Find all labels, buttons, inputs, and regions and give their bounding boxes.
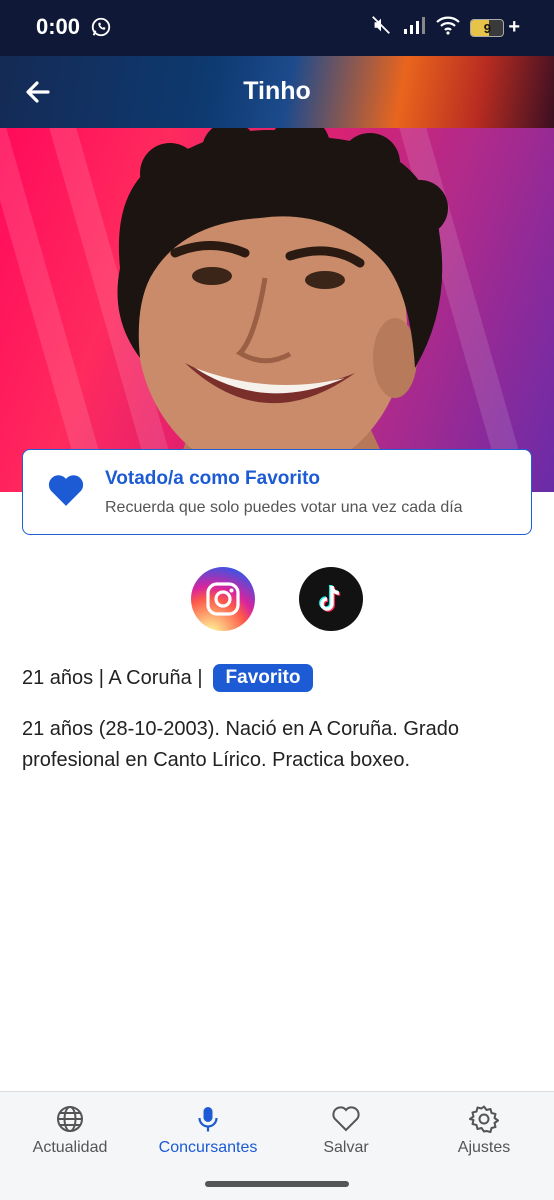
vote-card-subtitle: Recuerda que solo puedes votar una vez c… (105, 499, 463, 516)
status-time: 0:00 (36, 14, 81, 39)
portrait-illustration (117, 128, 448, 492)
battery-icon: 9 (470, 18, 505, 37)
contestant-photo (0, 128, 554, 492)
gear-icon (469, 1105, 499, 1133)
mute-icon (370, 14, 392, 41)
tiktok-button[interactable] (299, 567, 363, 631)
globe-icon (57, 1106, 83, 1132)
nav-item-ajustes[interactable]: Ajustes (414, 1104, 554, 1157)
wifi-icon (436, 15, 461, 40)
charging-plus-icon: + (508, 16, 520, 38)
vote-status-card: Votado/a como Favorito Recuerda que solo… (22, 449, 532, 535)
nav-item-concursantes[interactable]: Concursantes (138, 1104, 278, 1157)
profile-meta: 21 años | A Coruña | Favorito (22, 664, 314, 692)
instagram-icon (206, 582, 240, 616)
battery-level: 9 (483, 20, 491, 36)
heart-outline-icon (332, 1106, 360, 1132)
instagram-button[interactable] (191, 567, 255, 631)
microphone-icon (198, 1107, 218, 1132)
whatsapp-icon (90, 16, 112, 43)
nav-item-salvar[interactable]: Salvar (276, 1104, 416, 1157)
heart-filled-icon (47, 472, 85, 513)
profile-bio: 21 años (28-10-2003). Nació en A Coruña.… (22, 718, 459, 771)
nav-label: Salvar (323, 1139, 369, 1156)
status-icons: 9 + (370, 14, 520, 41)
nav-label: Concursantes (158, 1139, 258, 1156)
nav-label: Actualidad (32, 1139, 108, 1156)
page-title: Tinho (243, 77, 311, 105)
app-header: Tinho (0, 56, 554, 128)
nav-item-actualidad[interactable]: Actualidad (0, 1104, 140, 1157)
favorite-badge: Favorito (212, 664, 314, 692)
home-indicator[interactable] (205, 1181, 349, 1187)
vote-card-title: Votado/a como Favorito (105, 468, 321, 489)
tiktok-icon (319, 584, 341, 612)
signal-icon (402, 15, 426, 40)
profile-meta-text: 21 años | A Coruña | (22, 666, 203, 689)
nav-label: Ajustes (457, 1139, 511, 1156)
status-bar: 0:00 9 + (0, 0, 554, 56)
